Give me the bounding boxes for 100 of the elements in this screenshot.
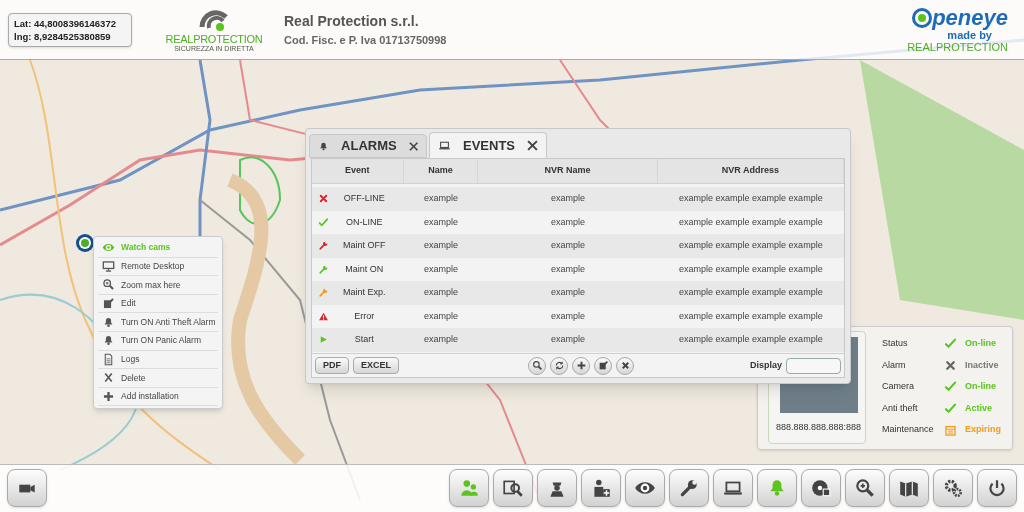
panel-tab[interactable]: EVENTS [429, 132, 547, 158]
brand-name: peneye [932, 6, 1008, 29]
event-name: Maint ON [344, 262, 385, 276]
table-cell-text: example example example example [678, 309, 824, 323]
table-cell-text: example [423, 309, 460, 323]
tool-button[interactable] [616, 356, 634, 375]
logo-text: REALPROTECTION [165, 32, 263, 45]
table-cell-text: example [550, 333, 587, 346]
cross-icon [318, 193, 329, 205]
menu-item[interactable]: Logs [98, 350, 218, 370]
table-cell-text: example [423, 262, 460, 276]
wrench-icon [318, 240, 329, 252]
display-label: Display [750, 358, 782, 372]
zoom-icon [854, 477, 876, 499]
gears-icon [942, 477, 964, 499]
event-name: Maint OFF [342, 239, 387, 252]
menu-item[interactable]: Turn ON Anti Theft Alarm [98, 313, 218, 332]
menu-item[interactable]: Delete [98, 369, 218, 388]
latitude-text: Lat: 44,8008396146372 [14, 16, 117, 30]
location-marker-icon[interactable] [75, 233, 95, 253]
menu-item[interactable]: Zoom max here [98, 276, 218, 295]
table-cell-text: example example example example [678, 192, 824, 205]
toolbar-button[interactable] [933, 469, 973, 507]
check-icon [944, 337, 957, 351]
toolbar-button[interactable] [889, 469, 929, 507]
toolbar-button[interactable] [537, 469, 577, 507]
status-label: Maintenance [882, 423, 935, 437]
toolbar-button[interactable] [801, 469, 841, 507]
company-name: Real Protection s.r.l. [284, 11, 420, 31]
event-name: Error [353, 309, 376, 323]
status-value: Inactive [965, 358, 999, 372]
fiscal-code: Cod. Fisc. e P. Iva 01713750998 [284, 32, 447, 48]
table-cell-text: example [550, 192, 587, 205]
wrench-icon [318, 287, 329, 299]
check-icon [944, 402, 957, 416]
toolbar-button[interactable] [493, 469, 533, 507]
plus-icon [575, 360, 587, 371]
wrench-icon [318, 263, 329, 275]
table-cell-text: example [423, 192, 460, 205]
warning-icon [318, 310, 329, 322]
table-cell-text: example example example example [678, 286, 824, 299]
column-header[interactable]: NVR Name [478, 159, 658, 183]
people-icon [458, 477, 480, 499]
menu-item[interactable]: Turn ON Panic Alarm [98, 331, 218, 351]
table-cell-text: example example example example [678, 215, 824, 229]
menu-item[interactable]: Edit [98, 294, 218, 314]
disc-icon [810, 477, 832, 499]
brand-subtitle: made by [947, 28, 992, 41]
toolbar-button[interactable] [845, 469, 885, 507]
column-header[interactable]: Event [312, 159, 404, 183]
tool-button[interactable] [594, 356, 612, 375]
event-name: OFF-LINE [342, 192, 386, 205]
table-cell-text: example [550, 309, 587, 323]
status-value: Expiring [965, 423, 1001, 437]
export-button[interactable]: EXCEL [353, 357, 399, 374]
export-button[interactable]: PDF [315, 357, 349, 374]
toolbar-button[interactable] [625, 469, 665, 507]
toolbar-button[interactable] [7, 469, 47, 507]
longitude-text: lng: 8,9284525380859 [14, 29, 112, 43]
column-header[interactable]: Name [403, 159, 479, 183]
event-name: Maint Exp. [342, 286, 387, 299]
brand-company: REALPROTECTION [907, 40, 1008, 53]
zoom-icon [102, 278, 115, 292]
table-cell-text: example [550, 286, 587, 299]
event-name: ON-LINE [345, 215, 384, 229]
status-value: Active [965, 401, 992, 415]
table-cell-text: example [423, 333, 460, 346]
close-icon[interactable] [408, 140, 418, 152]
close-icon[interactable] [527, 140, 538, 151]
document-icon [102, 352, 115, 366]
laptop-icon [438, 139, 451, 152]
delete-icon [102, 371, 115, 385]
event-name: Start [353, 333, 375, 346]
toolbar-button[interactable] [669, 469, 709, 507]
toolbar-button[interactable] [581, 469, 621, 507]
panel-tab[interactable]: ALARMS [309, 134, 427, 158]
search-icon [531, 360, 543, 371]
tool-button[interactable] [572, 356, 590, 375]
toolbar-button[interactable] [977, 469, 1017, 507]
column-header[interactable]: NVR Address [657, 159, 844, 183]
tool-button[interactable] [528, 356, 546, 375]
eye-logo-icon [912, 7, 933, 28]
menu-item[interactable]: Remote Desktop [98, 257, 218, 277]
edit-icon [597, 360, 609, 371]
menu-item[interactable]: Add installation [98, 387, 218, 407]
edit-icon [102, 297, 115, 311]
bell-icon [102, 315, 115, 329]
plus-icon [102, 390, 115, 404]
table-cell-text: example [550, 215, 587, 229]
tool-button[interactable] [550, 356, 568, 375]
bell-icon [102, 334, 115, 348]
display-field[interactable] [786, 357, 841, 374]
table-cell-text: example [423, 215, 460, 229]
toolbar-button[interactable] [713, 469, 753, 507]
camera-address: 888.888.888.888:888 [776, 421, 862, 434]
table-cell-text: example example example example [678, 333, 824, 346]
check-icon [318, 216, 329, 228]
check-icon [944, 380, 957, 394]
wrench-icon [678, 477, 700, 499]
refresh-icon [553, 360, 565, 371]
